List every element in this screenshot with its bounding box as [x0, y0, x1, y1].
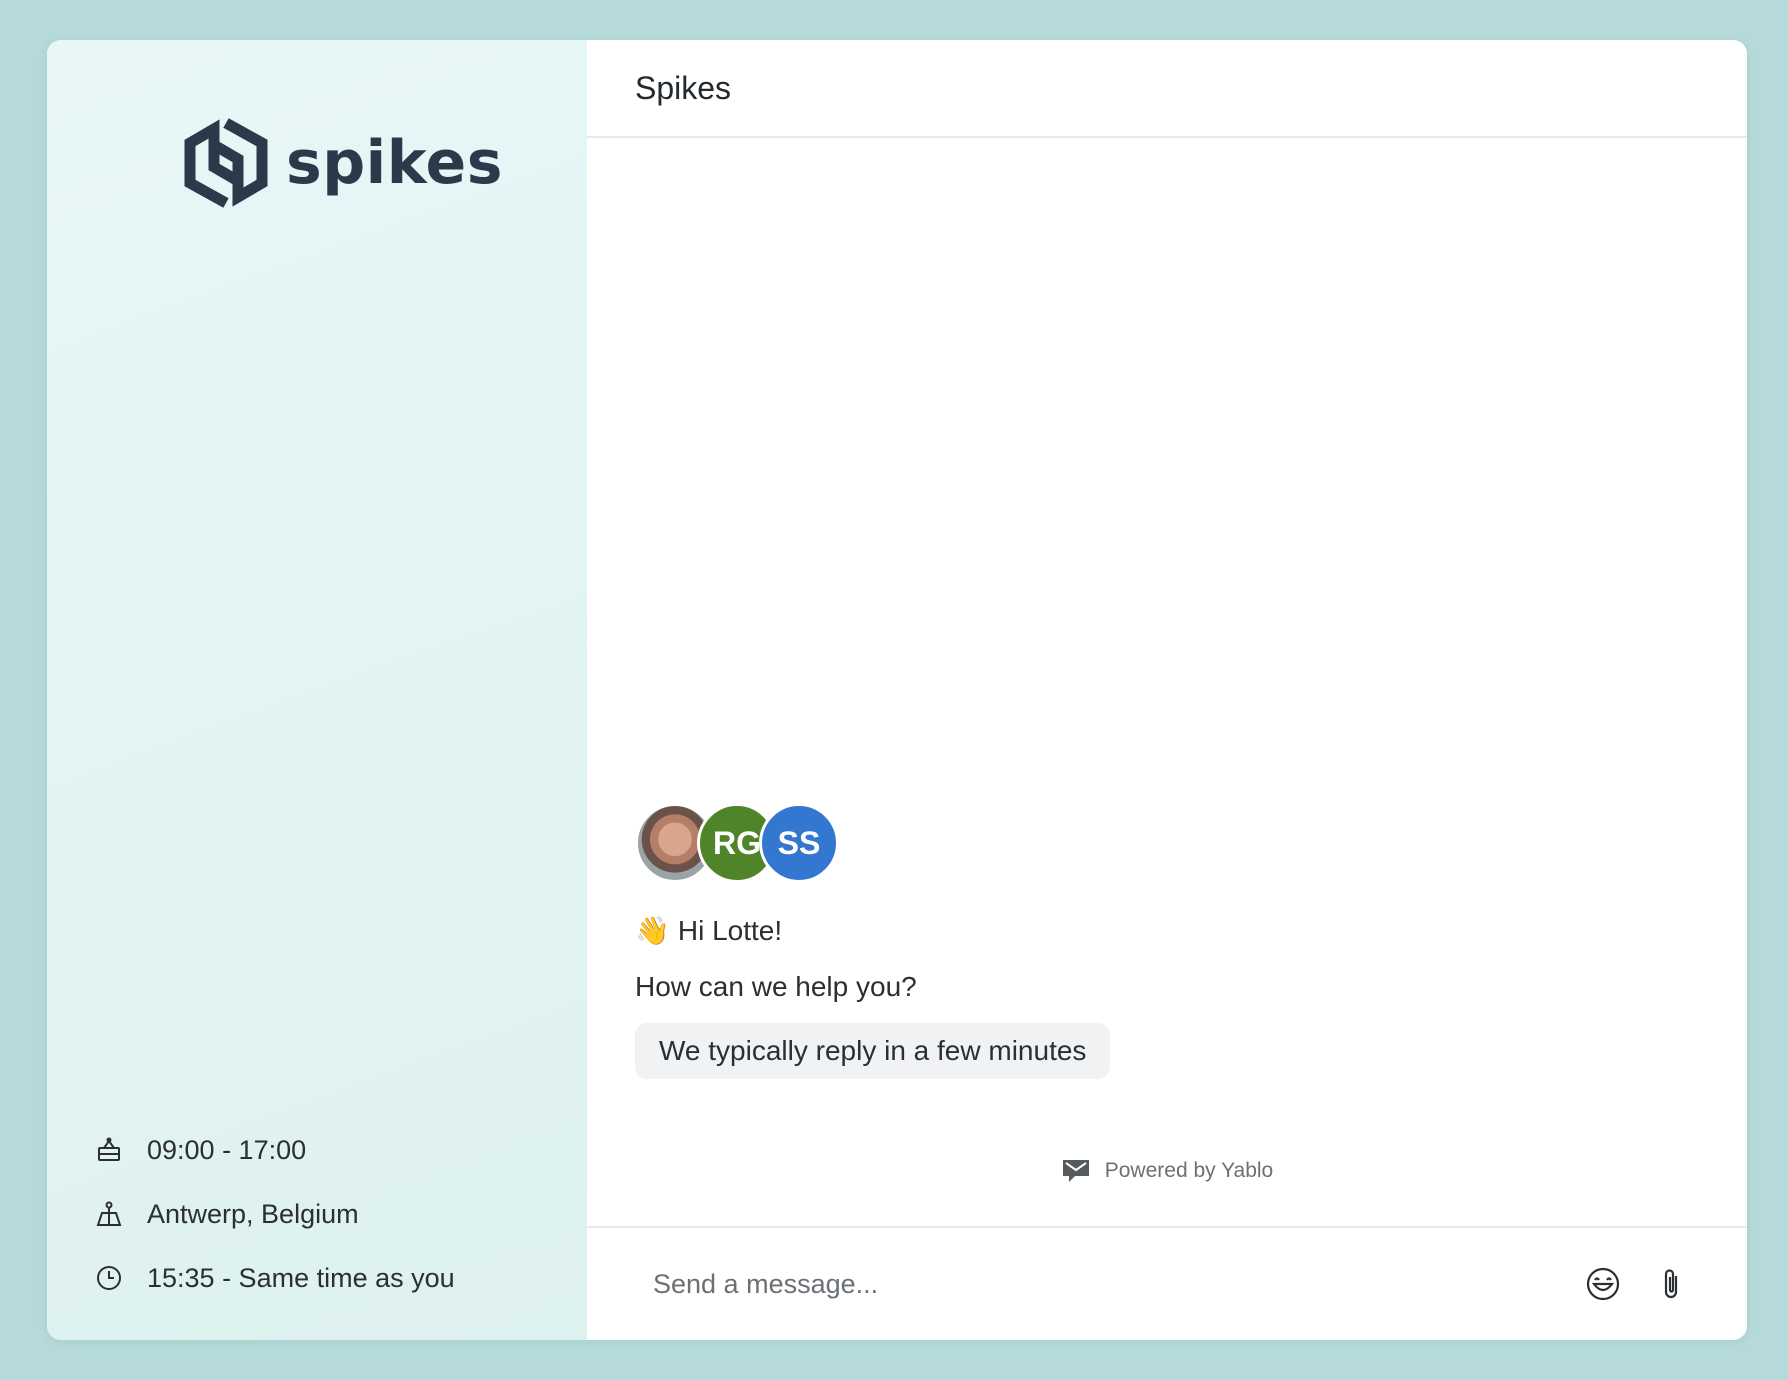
welcome-message: RG SS 👋 Hi Lotte! How can we help you? W…	[635, 800, 1111, 1079]
message-input[interactable]	[651, 1267, 1583, 1301]
powered-by[interactable]: Powered by Yablo	[587, 1158, 1747, 1184]
clock-icon	[95, 1264, 123, 1292]
powered-by-text: Powered by Yablo	[1104, 1159, 1274, 1182]
reply-time-badge: We typically reply in a few minutes	[635, 1023, 1111, 1079]
greeting-text: Hi Lotte!	[677, 914, 783, 946]
office-hours: 09:00 - 17:00	[95, 1118, 455, 1182]
chat-header: Spikes	[587, 40, 1747, 138]
company-info: 09:00 - 17:00 Antwerp, Belgium 15:35 - S…	[95, 1118, 455, 1310]
brand-name: spikes	[286, 128, 503, 198]
office-hours-text: 09:00 - 17:00	[147, 1134, 307, 1165]
location: Antwerp, Belgium	[95, 1182, 455, 1246]
yablo-chat-icon	[1062, 1160, 1089, 1182]
paperclip-icon	[1664, 1269, 1678, 1299]
office-hours-icon	[95, 1136, 123, 1164]
brand-logo: spikes	[182, 115, 503, 211]
chat-panel: Spikes RG SS 👋 Hi Lotte! How can we help…	[587, 40, 1747, 1340]
local-time: 15:35 - Same time as you	[95, 1246, 455, 1310]
team-avatars: RG SS	[635, 800, 1110, 886]
chat-title: Spikes	[635, 69, 732, 106]
avatar-ss: SS	[759, 803, 839, 883]
emoji-button[interactable]	[1583, 1264, 1623, 1304]
sidebar: spikes 09:00 - 17:00 Antwerp, Belgium 15…	[47, 40, 587, 1340]
local-time-text: 15:35 - Same time as you	[147, 1262, 455, 1293]
greeting: 👋 Hi Lotte!	[635, 914, 1110, 947]
chat-window: spikes 09:00 - 17:00 Antwerp, Belgium 15…	[47, 40, 1747, 1340]
message-composer	[587, 1226, 1747, 1340]
location-text: Antwerp, Belgium	[147, 1198, 359, 1229]
waving-hand-icon: 👋	[635, 915, 670, 946]
attach-button[interactable]	[1651, 1264, 1691, 1304]
location-icon	[95, 1200, 123, 1228]
emoji-icon	[1586, 1267, 1620, 1301]
spikes-logo-icon	[184, 118, 268, 208]
help-question: How can we help you?	[635, 971, 917, 1002]
